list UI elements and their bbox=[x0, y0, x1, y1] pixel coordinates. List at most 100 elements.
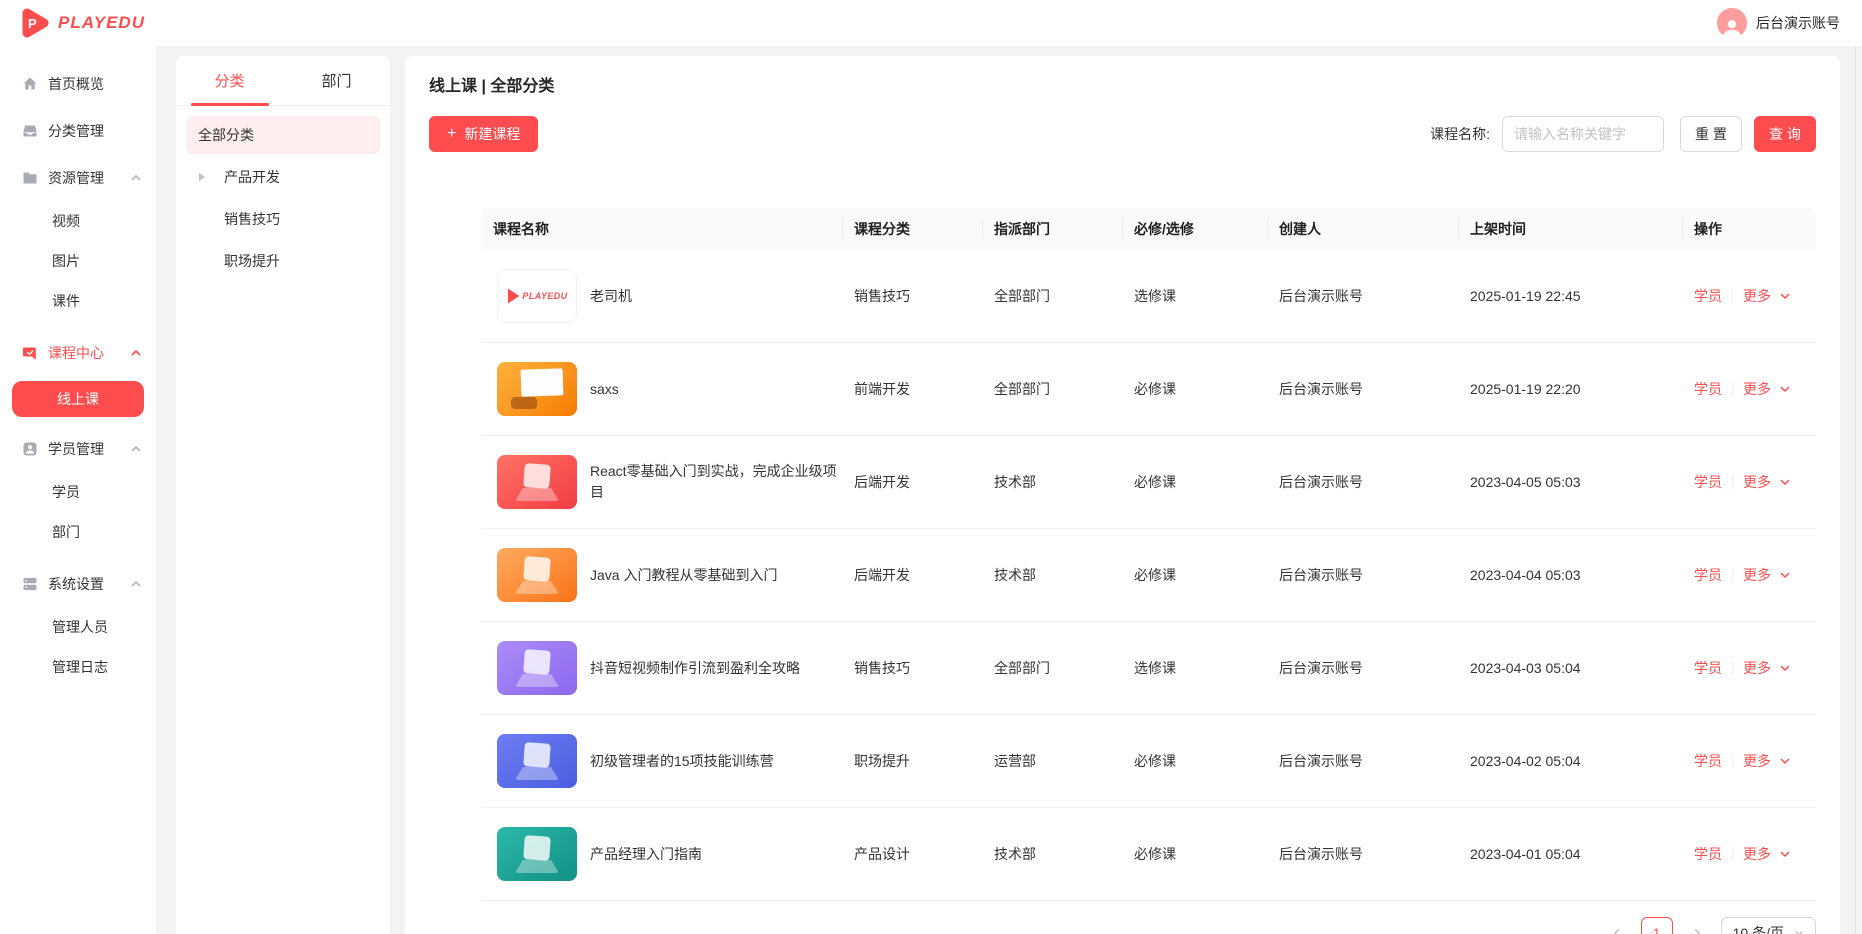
category-label: 职场提升 bbox=[224, 251, 280, 271]
category-item-all[interactable]: 全部分类 bbox=[186, 116, 380, 154]
category-item-career[interactable]: 职场提升 bbox=[186, 242, 380, 280]
more-link[interactable]: 更多 bbox=[1743, 472, 1771, 492]
tab-category[interactable]: 分类 bbox=[176, 56, 283, 105]
sidebar-item-admins[interactable]: 管理人员 bbox=[0, 607, 156, 647]
course-title: React零基础入门到实战，完成企业级项目 bbox=[590, 461, 842, 503]
students-link[interactable]: 学员 bbox=[1694, 379, 1722, 399]
course-title: saxs bbox=[590, 379, 619, 400]
more-link[interactable]: 更多 bbox=[1743, 286, 1771, 306]
chevron-up-icon bbox=[130, 443, 142, 455]
chevron-down-icon[interactable] bbox=[1779, 662, 1791, 674]
chevron-up-icon bbox=[130, 578, 142, 590]
page-size-select[interactable]: 10 条/页 bbox=[1721, 917, 1816, 934]
user-icon bbox=[22, 441, 38, 457]
more-link[interactable]: 更多 bbox=[1743, 844, 1771, 864]
course-name-input[interactable] bbox=[1502, 116, 1664, 152]
toolbar: + 新建课程 课程名称: 重 置 查 询 bbox=[429, 116, 1816, 152]
table-header-row: 课程名称 课程分类 指派部门 必修/选修 创建人 上架时间 操作 bbox=[481, 208, 1816, 250]
sidebar-item-label: 资源管理 bbox=[48, 168, 104, 188]
students-link[interactable]: 学员 bbox=[1694, 286, 1722, 306]
course-name-cell: 初级管理者的15项技能训练营 bbox=[481, 734, 842, 788]
more-link[interactable]: 更多 bbox=[1743, 658, 1771, 678]
course-title: 初级管理者的15项技能训练营 bbox=[590, 751, 774, 772]
course-thumbnail bbox=[497, 269, 577, 323]
sidebar-item-course-center[interactable]: 课程中心 bbox=[0, 329, 156, 376]
divider bbox=[1732, 754, 1733, 768]
category-item-product-dev[interactable]: 产品开发 bbox=[186, 158, 380, 196]
tab-department[interactable]: 部门 bbox=[283, 56, 390, 105]
assigned-department: 全部部门 bbox=[982, 379, 1122, 399]
more-link[interactable]: 更多 bbox=[1743, 379, 1771, 399]
assigned-department: 运营部 bbox=[982, 751, 1122, 771]
creator: 后台演示账号 bbox=[1267, 844, 1458, 864]
page-size-label: 10 条/页 bbox=[1733, 923, 1784, 934]
creator: 后台演示账号 bbox=[1267, 379, 1458, 399]
students-link[interactable]: 学员 bbox=[1694, 751, 1722, 771]
course-type: 选修课 bbox=[1122, 658, 1267, 678]
sidebar-item-resources[interactable]: 资源管理 bbox=[0, 154, 156, 201]
sidebar-item-departments[interactable]: 部门 bbox=[0, 512, 156, 552]
more-link[interactable]: 更多 bbox=[1743, 565, 1771, 585]
new-course-button[interactable]: + 新建课程 bbox=[429, 116, 538, 152]
category-label: 销售技巧 bbox=[224, 209, 280, 229]
students-link[interactable]: 学员 bbox=[1694, 844, 1722, 864]
column-header: 课程名称 bbox=[481, 219, 842, 239]
assigned-department: 技术部 bbox=[982, 565, 1122, 585]
user-menu[interactable]: 后台演示账号 bbox=[1717, 8, 1840, 38]
category-item-sales[interactable]: 销售技巧 bbox=[186, 200, 380, 238]
chevron-up-icon bbox=[130, 347, 142, 359]
table-row: Java 入门教程从零基础到入门 后端开发 技术部 必修课 后台演示账号 202… bbox=[481, 529, 1816, 622]
assigned-department: 全部部门 bbox=[982, 658, 1122, 678]
chevron-down-icon[interactable] bbox=[1779, 290, 1791, 302]
course-thumbnail bbox=[497, 362, 577, 416]
chevron-down-icon[interactable] bbox=[1779, 848, 1791, 860]
reset-button[interactable]: 重 置 bbox=[1680, 116, 1742, 152]
publish-time: 2023-04-03 05:04 bbox=[1458, 660, 1682, 676]
caret-right-icon[interactable] bbox=[199, 173, 205, 181]
divider bbox=[1732, 475, 1733, 489]
chevron-down-icon[interactable] bbox=[1779, 476, 1791, 488]
app-logo[interactable]: P PLAYEDU bbox=[20, 7, 145, 39]
publish-time: 2023-04-02 05:04 bbox=[1458, 753, 1682, 769]
sidebar-item-videos[interactable]: 视频 bbox=[0, 201, 156, 241]
next-page-button[interactable] bbox=[1681, 917, 1713, 934]
course-type: 必修课 bbox=[1122, 844, 1267, 864]
sidebar-item-images[interactable]: 图片 bbox=[0, 241, 156, 281]
sidebar-item-courseware[interactable]: 课件 bbox=[0, 281, 156, 321]
server-icon bbox=[22, 576, 38, 592]
more-link[interactable]: 更多 bbox=[1743, 751, 1771, 771]
sidebar-item-dashboard[interactable]: 首页概览 bbox=[0, 60, 156, 107]
sidebar-subitem-label: 管理人员 bbox=[52, 617, 108, 637]
students-link[interactable]: 学员 bbox=[1694, 472, 1722, 492]
chevron-down-icon[interactable] bbox=[1779, 569, 1791, 581]
divider bbox=[1732, 847, 1733, 861]
chevron-left-icon bbox=[1611, 927, 1623, 934]
students-link[interactable]: 学员 bbox=[1694, 565, 1722, 585]
sidebar-item-students[interactable]: 学员 bbox=[0, 472, 156, 512]
students-link[interactable]: 学员 bbox=[1694, 658, 1722, 678]
sidebar-item-student-management[interactable]: 学员管理 bbox=[0, 425, 156, 472]
sidebar-item-system-settings[interactable]: 系统设置 bbox=[0, 560, 156, 607]
creator: 后台演示账号 bbox=[1267, 565, 1458, 585]
page-number-button[interactable]: 1 bbox=[1641, 917, 1673, 934]
query-button[interactable]: 查 询 bbox=[1754, 116, 1816, 152]
course-category: 职场提升 bbox=[842, 751, 982, 771]
sidebar-item-admin-logs[interactable]: 管理日志 bbox=[0, 647, 156, 687]
course-title: 产品经理入门指南 bbox=[590, 844, 702, 865]
publish-time: 2023-04-05 05:03 bbox=[1458, 474, 1682, 490]
sidebar-subitem-label: 视频 bbox=[52, 211, 80, 231]
search-label: 课程名称: bbox=[1430, 124, 1490, 144]
window-scrollbar[interactable] bbox=[1855, 46, 1856, 934]
prev-page-button[interactable] bbox=[1601, 917, 1633, 934]
course-title: Java 入门教程从零基础到入门 bbox=[590, 565, 777, 586]
course-category: 产品设计 bbox=[842, 844, 982, 864]
sidebar-item-categories[interactable]: 分类管理 bbox=[0, 107, 156, 154]
column-header: 创建人 bbox=[1267, 219, 1458, 239]
sidebar-item-online-courses[interactable]: 线上课 bbox=[12, 381, 144, 417]
assigned-department: 技术部 bbox=[982, 472, 1122, 492]
creator: 后台演示账号 bbox=[1267, 751, 1458, 771]
user-avatar-icon bbox=[1717, 8, 1747, 38]
chevron-down-icon[interactable] bbox=[1779, 755, 1791, 767]
plus-icon: + bbox=[447, 126, 456, 142]
chevron-down-icon[interactable] bbox=[1779, 383, 1791, 395]
